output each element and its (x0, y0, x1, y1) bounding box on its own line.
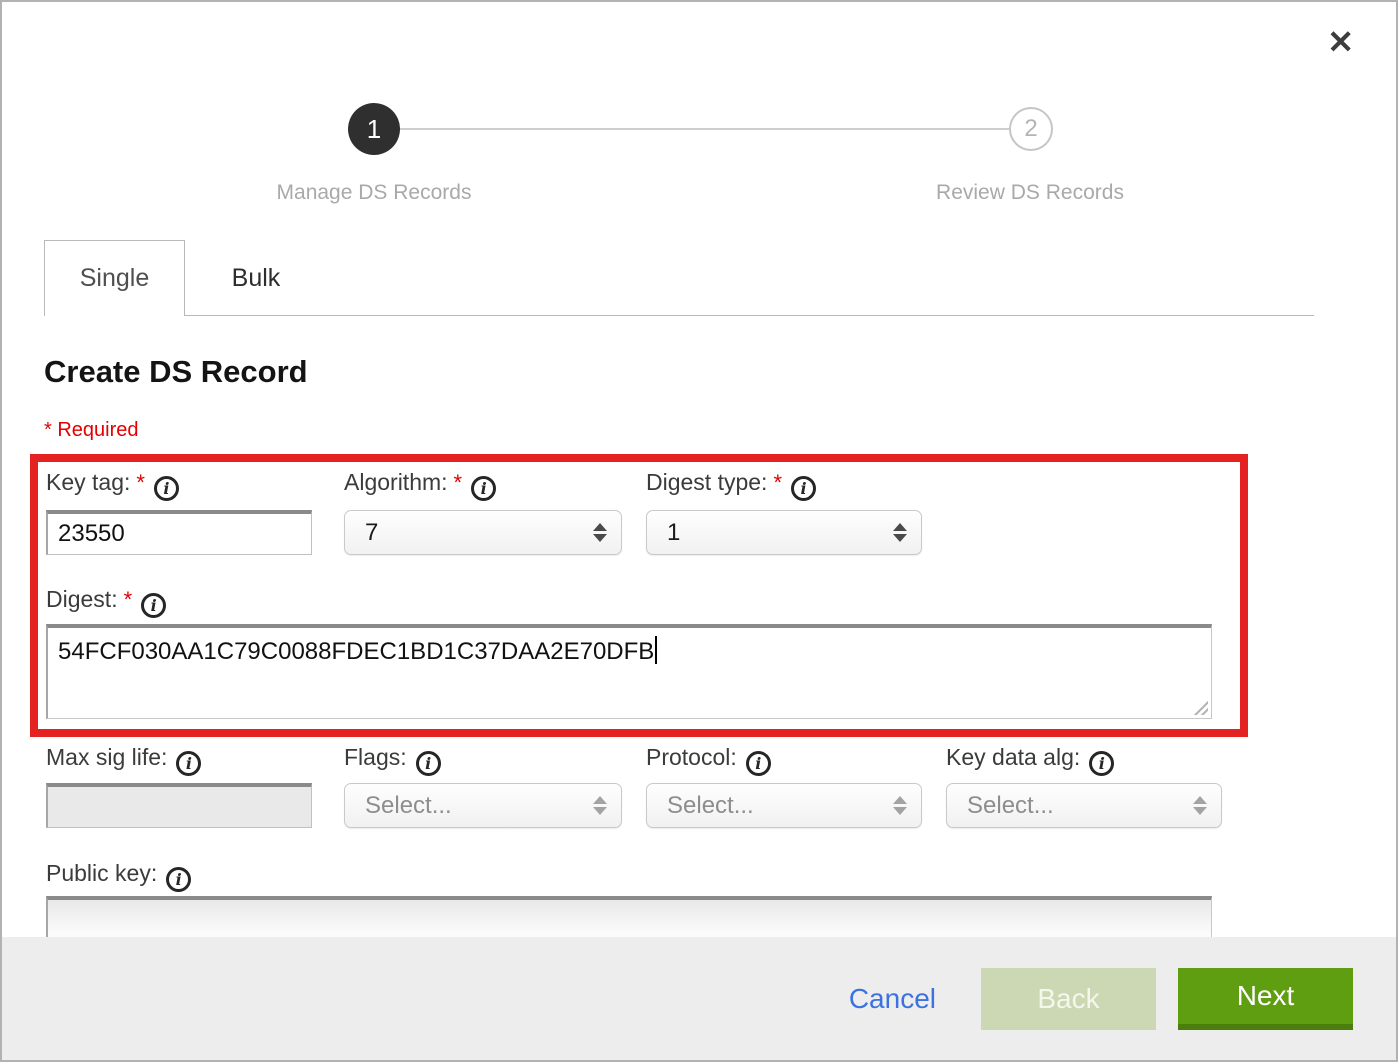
digest-type-info-icon[interactable]: i (791, 476, 816, 501)
tab-bulk[interactable]: Bulk (185, 240, 327, 316)
stepper: 1 2 Manage DS Records Review DS Records (2, 2, 1396, 222)
digest-type-label: Digest type:* i (646, 469, 816, 501)
select-arrows-icon (1193, 796, 1207, 815)
digest-textarea[interactable]: 54FCF030AA1C79C0088FDEC1BD1C37DAA2E70DFB (46, 624, 1212, 719)
step-1-circle: 1 (348, 103, 400, 155)
digest-label-text: Digest: (46, 586, 118, 612)
key-tag-label: Key tag:* i (46, 469, 179, 501)
digest-label: Digest:* i (46, 586, 166, 618)
step-2-circle: 2 (1009, 107, 1053, 151)
key-tag-required-asterisk: * (136, 470, 145, 495)
tab-single[interactable]: Single (44, 240, 185, 316)
create-ds-record-modal: ✕ 1 2 Manage DS Records Review DS Record… (0, 0, 1398, 1062)
tab-bar-underline (185, 315, 1314, 316)
flags-label: Flags: i (344, 744, 441, 776)
algorithm-label-text: Algorithm: (344, 469, 448, 495)
flags-select-value: Select... (365, 792, 452, 820)
text-caret (655, 636, 657, 664)
select-arrows-icon (893, 523, 907, 542)
select-arrows-icon (593, 796, 607, 815)
key-data-alg-select[interactable]: Select... (946, 783, 1222, 828)
protocol-info-icon[interactable]: i (746, 751, 771, 776)
public-key-label: Public key: i (46, 860, 191, 892)
required-note: * Required (44, 419, 139, 442)
select-arrows-icon (893, 796, 907, 815)
key-data-alg-select-value: Select... (967, 792, 1054, 820)
max-sig-life-label-text: Max sig life: (46, 744, 167, 770)
step-2-label: Review DS Records (830, 181, 1230, 205)
key-data-alg-label-text: Key data alg: (946, 744, 1080, 770)
cancel-link[interactable]: Cancel (849, 983, 936, 1015)
digest-required-asterisk: * (124, 587, 133, 612)
digest-type-required-asterisk: * (773, 470, 782, 495)
flags-label-text: Flags: (344, 744, 407, 770)
step-connector-line (400, 128, 1010, 130)
max-sig-life-info-icon[interactable]: i (176, 751, 201, 776)
key-tag-info-icon[interactable]: i (154, 476, 179, 501)
flags-select[interactable]: Select... (344, 783, 622, 828)
digest-type-select-value: 1 (667, 519, 680, 547)
public-key-info-icon[interactable]: i (166, 867, 191, 892)
tab-bar: Single Bulk (2, 240, 1396, 316)
page-title: Create DS Record (44, 354, 308, 390)
algorithm-info-icon[interactable]: i (471, 476, 496, 501)
max-sig-life-input[interactable] (46, 783, 312, 828)
algorithm-select[interactable]: 7 (344, 510, 622, 555)
key-data-alg-label: Key data alg: i (946, 744, 1114, 776)
next-button[interactable]: Next (1178, 968, 1353, 1030)
protocol-label: Protocol: i (646, 744, 771, 776)
digest-type-select[interactable]: 1 (646, 510, 922, 555)
protocol-select[interactable]: Select... (646, 783, 922, 828)
algorithm-select-value: 7 (365, 519, 378, 547)
key-tag-label-text: Key tag: (46, 469, 130, 495)
protocol-select-value: Select... (667, 792, 754, 820)
protocol-label-text: Protocol: (646, 744, 737, 770)
algorithm-required-asterisk: * (454, 470, 463, 495)
modal-footer: Cancel Back Next (2, 937, 1396, 1060)
digest-value: 54FCF030AA1C79C0088FDEC1BD1C37DAA2E70DFB (58, 638, 654, 665)
select-arrows-icon (593, 523, 607, 542)
step-1-label: Manage DS Records (174, 181, 574, 205)
key-tag-input[interactable] (46, 510, 312, 555)
algorithm-label: Algorithm:* i (344, 469, 496, 501)
resize-handle-icon[interactable] (1191, 698, 1208, 715)
back-button[interactable]: Back (981, 968, 1156, 1030)
flags-info-icon[interactable]: i (416, 751, 441, 776)
key-data-alg-info-icon[interactable]: i (1089, 751, 1114, 776)
digest-info-icon[interactable]: i (141, 593, 166, 618)
max-sig-life-label: Max sig life: i (46, 744, 201, 776)
digest-type-label-text: Digest type: (646, 469, 767, 495)
public-key-label-text: Public key: (46, 860, 157, 886)
